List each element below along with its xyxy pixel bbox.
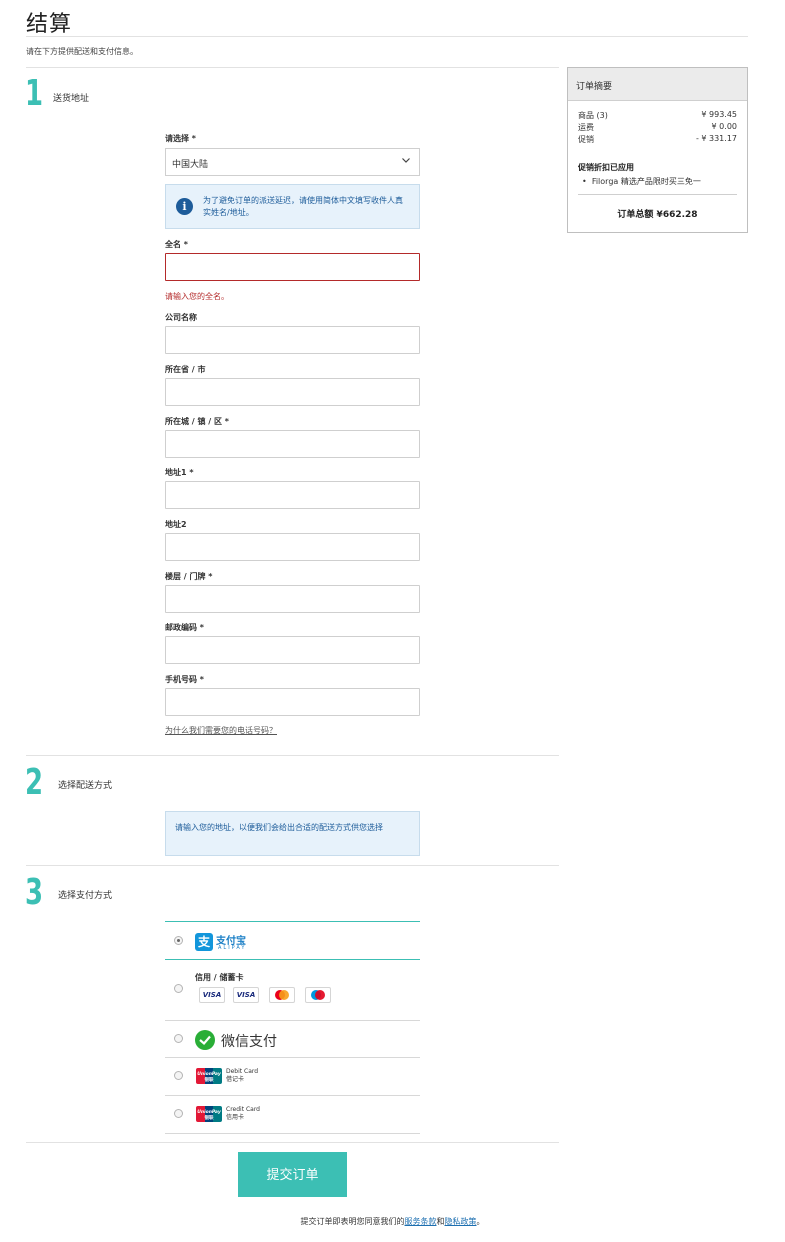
card-title: 信用 / 储蓄卡 [195, 973, 244, 982]
region-label: 请选择 * [165, 134, 196, 143]
summary-promo-label: 促销 [578, 135, 594, 144]
title-divider [26, 36, 748, 37]
floor-label: 楼层 / 门牌 * [165, 572, 213, 581]
region-notice: i 为了避免订单的派送延迟，请使用简体中文填写收件人真实姓名/地址。 [165, 184, 420, 229]
company-input[interactable] [165, 326, 420, 354]
region-notice-text: 为了避免订单的派送延迟，请使用简体中文填写收件人真实姓名/地址。 [203, 196, 403, 217]
summary-promo-value: - ¥ 331.17 [695, 134, 737, 143]
terms-notice: 提交订单即表明您同意我们的服务条款和隐私政策。 [0, 1216, 785, 1227]
page-title: 结算 [26, 12, 73, 37]
region-select-value: 中国大陆 [172, 160, 209, 170]
summary-promo-row: 促销 - ¥ 331.17 [578, 134, 737, 145]
summary-total: 订单总额 ¥662.28 [617, 210, 698, 220]
step-number-3: 3 [25, 872, 44, 913]
section-divider [26, 1142, 559, 1143]
province-label: 所在省 / 市 [165, 365, 206, 374]
address1-label: 地址1 * [165, 468, 194, 477]
phone-input[interactable] [165, 688, 420, 716]
unionpay-wordmark: UnionPay [197, 1071, 222, 1077]
phone-why-link[interactable]: 为什么我们需要您的电话号码？ [165, 725, 277, 736]
summary-promo-applied-text: Filorga 精选产品限时买三免一 [591, 177, 701, 186]
terms-prefix: 提交订单即表明您同意我们的 [300, 1217, 405, 1226]
payment-option-unionpay-debit[interactable]: UnionPay 银联 Debit Card 借记卡 [165, 1058, 420, 1096]
fullname-input[interactable] [165, 253, 420, 281]
summary-items-value: ¥ 993.45 [701, 110, 737, 119]
summary-promo-applied-title: 促销折扣已应用 [578, 163, 634, 172]
unionpay-credit-cn: 信用卡 [226, 1114, 245, 1121]
card-radio[interactable] [174, 984, 183, 993]
shipping-notice-text: 请输入您的地址，以便我们会给出合适的配送方式供您选择 [175, 823, 383, 832]
alipay-logo-icon: 支 [195, 933, 213, 951]
phone-label: 手机号码 * [165, 675, 204, 684]
step-number-1: 1 [25, 73, 44, 114]
privacy-policy-link[interactable]: 隐私政策 [445, 1217, 477, 1226]
wechat-pay-logo-icon [195, 1030, 215, 1050]
section-divider [26, 865, 559, 866]
region-select[interactable]: 中国大陆 [165, 148, 420, 176]
chevron-down-icon [402, 158, 410, 163]
unionpay-debit-cn: 借记卡 [226, 1076, 245, 1083]
city-input[interactable] [165, 430, 420, 458]
info-icon: i [176, 198, 193, 215]
summary-shipping-row: 运费 ¥ 0.00 [578, 122, 737, 133]
terms-suffix: 。 [476, 1217, 485, 1226]
submit-order-button[interactable]: 提交订单 [238, 1152, 347, 1197]
terms-of-service-link[interactable]: 服务条款 [405, 1217, 437, 1226]
summary-items-label: 商品 (3) [578, 111, 608, 120]
order-summary: 订单摘要 商品 (3) ¥ 993.45 运费 ¥ 0.00 促销 - ¥ 33… [567, 67, 748, 233]
step-title-payment: 选择支付方式 [58, 891, 113, 901]
section-divider [26, 67, 559, 68]
summary-shipping-label: 运费 [578, 123, 594, 132]
postcode-label: 邮政编码 * [165, 623, 204, 632]
maestro-logo-icon [305, 987, 331, 1003]
visa-electron-logo-icon: VISA [233, 987, 259, 1003]
city-label: 所在城 / 镇 / 区 * [165, 417, 229, 426]
unionpay-logo-icon: UnionPay 银联 [196, 1068, 222, 1084]
unionpay-wordmark: UnionPay [197, 1109, 222, 1115]
address1-input[interactable] [165, 481, 420, 509]
fullname-label: 全名 * [165, 240, 188, 249]
payment-option-wechat[interactable]: 微信支付 [165, 1021, 420, 1058]
unionpay-debit-en: Debit Card [226, 1068, 259, 1075]
unionpay-credit-radio[interactable] [174, 1109, 183, 1118]
summary-promo-applied-item: • Filorga 精选产品限时买三免一 [582, 177, 701, 186]
payment-option-alipay[interactable]: 支 支付宝 ALIPAY [165, 921, 420, 960]
summary-items-row: 商品 (3) ¥ 993.45 [578, 110, 737, 121]
unionpay-credit-en: Credit Card [226, 1106, 260, 1113]
wechat-pay-name: 微信支付 [221, 1034, 277, 1050]
alipay-sub: ALIPAY [218, 945, 247, 951]
address2-label: 地址2 [165, 520, 187, 529]
address2-input[interactable] [165, 533, 420, 561]
shipping-notice: 请输入您的地址，以便我们会给出合适的配送方式供您选择 [165, 811, 420, 856]
payment-option-card[interactable]: 信用 / 储蓄卡 VISA VISA [165, 960, 420, 1021]
summary-divider [578, 194, 737, 195]
postcode-input[interactable] [165, 636, 420, 664]
floor-input[interactable] [165, 585, 420, 613]
unionpay-debit-radio[interactable] [174, 1071, 183, 1080]
payment-option-unionpay-credit[interactable]: UnionPay 银联 Credit Card 信用卡 [165, 1096, 420, 1134]
mastercard-logo-icon [269, 987, 295, 1003]
unionpay-logo-icon: UnionPay 银联 [196, 1106, 222, 1122]
visa-logo-icon: VISA [199, 987, 225, 1003]
terms-and: 和 [436, 1217, 445, 1226]
alipay-radio[interactable] [174, 936, 183, 945]
section-divider [26, 755, 559, 756]
wechat-radio[interactable] [174, 1034, 183, 1043]
summary-shipping-value: ¥ 0.00 [711, 122, 737, 131]
unionpay-wordmark-cn: 银联 [205, 1076, 214, 1083]
unionpay-wordmark-cn: 银联 [205, 1114, 214, 1121]
fullname-error: 请输入您的全名。 [165, 292, 229, 301]
step-title-shipping: 选择配送方式 [58, 781, 113, 791]
step-number-2: 2 [25, 762, 44, 803]
company-label: 公司名称 [165, 313, 197, 322]
step-title-address: 送货地址 [53, 94, 90, 104]
order-summary-title: 订单摘要 [568, 68, 747, 101]
page-subtitle: 请在下方提供配送和支付信息。 [26, 47, 138, 56]
province-input[interactable] [165, 378, 420, 406]
